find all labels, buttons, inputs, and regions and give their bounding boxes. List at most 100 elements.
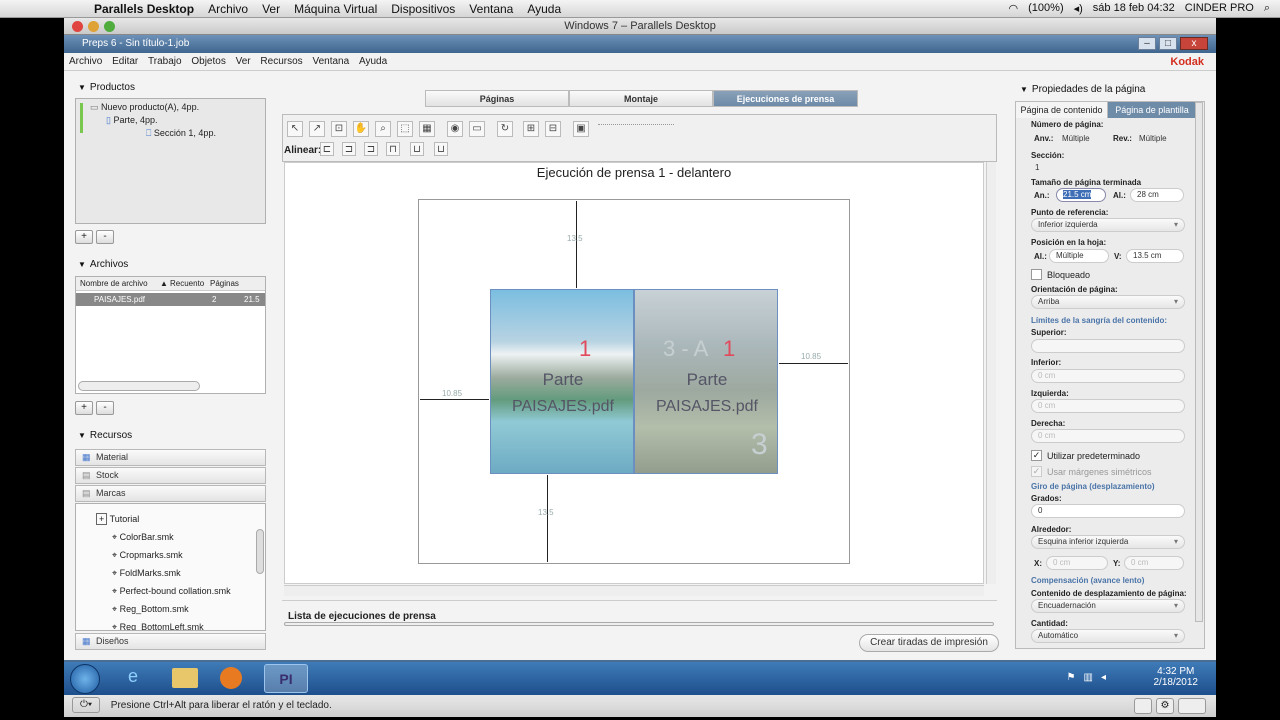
superior-input[interactable] [1031,339,1185,353]
menu-dispositivos[interactable]: Dispositivos [391,2,455,16]
close-icon[interactable]: x [1180,37,1208,50]
zoom-dot-icon[interactable] [104,21,115,32]
inferior-input[interactable]: 0 cm [1031,369,1185,383]
izquierda-input[interactable]: 0 cm [1031,399,1185,413]
preview-tool-icon[interactable]: ▣ [573,121,589,137]
start-button-icon[interactable] [70,664,100,694]
tab-paginas[interactable]: Páginas [425,90,569,107]
wmenu-recursos[interactable]: Recursos [260,56,302,67]
productos-header[interactable]: ▼ Productos [78,82,135,93]
alrededor-dropdown[interactable]: Esquina inferior izquierda [1031,535,1185,549]
cantidad-dropdown[interactable]: Automático [1031,629,1185,643]
grados-input[interactable]: 0 [1031,504,1185,518]
simetricos-checkbox[interactable]: ✓ [1031,466,1042,477]
list-item[interactable]: ⌖ Reg_BottomLeft.smk [112,622,204,630]
res-stock[interactable]: ▤ Stock [75,467,266,484]
punto-dropdown[interactable]: Inferior izquierda [1031,218,1185,232]
align-middle-icon[interactable]: ⊔ [410,142,424,156]
rotate-tool-icon[interactable]: ↻ [497,121,513,137]
power-menu-icon[interactable]: ⏻▾ [72,697,100,714]
menu-ver[interactable]: Ver [262,2,280,16]
canvas-v-scrollbar[interactable] [986,162,996,584]
menu-maquina[interactable]: Máquina Virtual [294,2,377,16]
ruler-tool-icon[interactable]: ▭ [469,121,485,137]
list-item[interactable]: ⌖ Perfect-bound collation.smk [112,586,231,597]
menu-ventana[interactable]: Ventana [469,2,513,16]
recursos-header[interactable]: ▼ Recursos [78,430,132,441]
select-tool-icon[interactable]: ↖ [287,121,303,137]
orient-dropdown[interactable]: Arriba [1031,295,1185,309]
maximize-icon[interactable]: □ [1159,37,1177,50]
wmenu-ver[interactable]: Ver [236,56,251,67]
display-icon[interactable] [1178,698,1206,714]
ie-icon[interactable]: e [120,666,146,692]
tab-montaje[interactable]: Montaje [569,90,713,107]
page-thumb-1[interactable]: 1 Parte PAISAJES.pdf [490,289,634,474]
x-input[interactable]: 0 cm [1046,556,1108,570]
settings-icon[interactable]: ⚙ [1156,698,1174,714]
collapse-triangle-icon[interactable]: ▼ [78,83,86,92]
tree-section[interactable]: ⎕ Sección 1, 4pp. [146,128,216,139]
status-btn-icon[interactable] [1134,698,1152,714]
col-nombre[interactable]: Nombre de archivo [80,277,148,291]
tree-folder[interactable]: + Tutorial [96,513,139,525]
tray-clock[interactable]: 4:32 PM 2/18/2012 [1154,666,1199,688]
align-left-icon[interactable]: ⊏ [320,142,334,156]
pos-al-input[interactable]: Múltiple [1049,249,1109,263]
y-input[interactable]: 0 cm [1124,556,1184,570]
user-name[interactable]: CINDER PRO [1185,2,1254,15]
minimize-icon[interactable]: – [1138,37,1156,50]
tab-ejecuciones[interactable]: Ejecuciones de prensa [713,90,858,107]
flag-icon[interactable]: ⚑ [1067,672,1076,683]
add-file-button[interactable]: + [75,401,93,415]
table-row[interactable]: PAISAJES.pdf 2 21.5 [76,293,265,306]
res-marcas[interactable]: ▤ Marcas [75,485,266,502]
v-scrollbar[interactable] [256,529,264,574]
align-bottom-icon[interactable]: ⊔ [434,142,448,156]
zoom-slider[interactable] [598,124,674,132]
tab-pagina-contenido[interactable]: Página de contenido [1016,102,1108,118]
zoom-tool-icon[interactable]: ⌕ [375,121,391,137]
collapse-triangle-icon[interactable]: ▼ [78,260,86,269]
grid-tool-icon[interactable]: ▦ [419,121,435,137]
canvas-h-scrollbar[interactable] [284,585,984,596]
h-scrollbar[interactable] [78,381,200,391]
res-material[interactable]: ▦ Material [75,449,266,466]
wmenu-editar[interactable]: Editar [112,56,138,67]
utilizar-checkbox[interactable]: ✓ [1031,450,1042,461]
contenido-dropdown[interactable]: Encuadernación [1031,599,1185,613]
clock[interactable]: sáb 18 feb 04:32 [1093,2,1175,15]
col-recuento[interactable]: Recuento [170,277,204,291]
minimize-dot-icon[interactable] [88,21,99,32]
an-input[interactable]: 21.5 cm [1056,188,1106,202]
list-item[interactable]: ⌖ Reg_Bottom.smk [112,604,189,615]
wmenu-trabajo[interactable]: Trabajo [148,56,182,67]
props-scrollbar[interactable] [1195,102,1203,622]
align-center-icon[interactable]: ⊐ [342,142,356,156]
network-icon[interactable]: ▥ [1084,672,1093,683]
props-header[interactable]: ▼ Propiedades de la página [1020,84,1145,95]
volume-icon[interactable]: ◂) [1074,2,1083,15]
list-item[interactable]: ⌖ ColorBar.smk [112,532,174,543]
fit-tool-icon[interactable]: ⊟ [545,121,561,137]
close-dot-icon[interactable] [72,21,83,32]
pos-v-input[interactable]: 13.5 cm [1126,249,1184,263]
archivos-header[interactable]: ▼ Archivos [78,259,128,270]
derecha-input[interactable]: 0 cm [1031,429,1185,443]
tree-product[interactable]: ▭ Nuevo producto(A), 4pp. [90,102,199,113]
list-item[interactable]: ⌖ Cropmarks.smk [112,550,183,561]
bloqueado-checkbox[interactable] [1031,269,1042,280]
collapse-triangle-icon[interactable]: ▼ [78,431,86,440]
menu-ayuda[interactable]: Ayuda [527,2,561,16]
media-player-icon[interactable] [220,667,242,689]
add-product-button[interactable]: + [75,230,93,244]
wmenu-objetos[interactable]: Objetos [191,56,225,67]
res-disenos[interactable]: ▦ Diseños [75,633,266,650]
al-input[interactable]: 28 cm [1130,188,1184,202]
explorer-icon[interactable] [172,668,198,688]
wmenu-ayuda[interactable]: Ayuda [359,56,387,67]
remove-product-button[interactable]: - [96,230,114,244]
view-tool-icon[interactable]: ◉ [447,121,463,137]
marquee-tool-icon[interactable]: ⬚ [397,121,413,137]
align-right-icon[interactable]: ⊐ [364,142,378,156]
